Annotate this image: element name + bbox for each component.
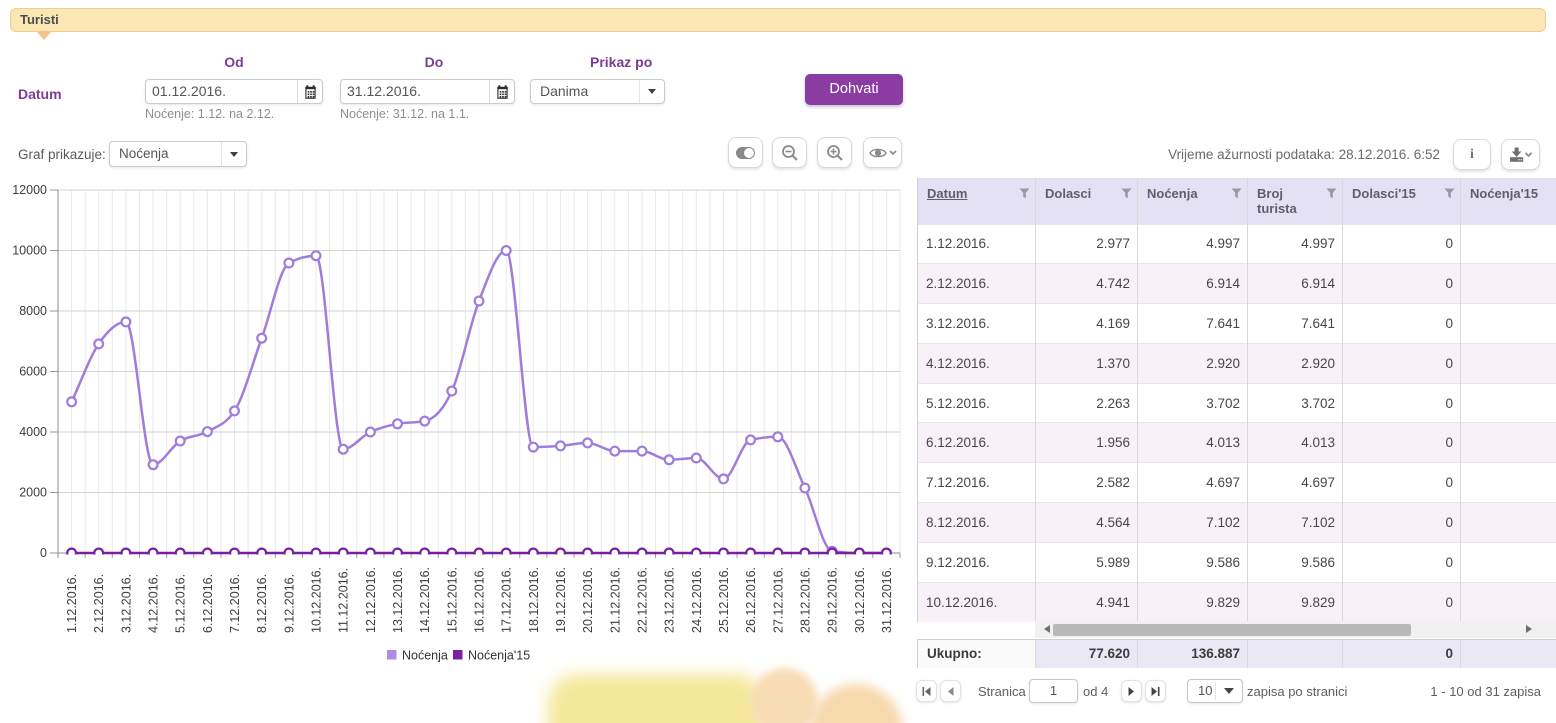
svg-text:19.12.2016.: 19.12.2016. (554, 567, 568, 633)
svg-text:4000: 4000 (19, 425, 47, 439)
svg-text:11.12.2016.: 11.12.2016. (337, 568, 351, 633)
svg-text:10.12.2016.: 10.12.2016. (310, 567, 324, 633)
svg-text:26.12.2016.: 26.12.2016. (744, 567, 758, 633)
svg-text:23.12.2016.: 23.12.2016. (663, 567, 677, 633)
svg-text:8000: 8000 (19, 304, 47, 318)
svg-text:3.12.2016.: 3.12.2016. (119, 574, 133, 633)
svg-text:22.12.2016.: 22.12.2016. (636, 567, 650, 633)
svg-text:4.12.2016.: 4.12.2016. (147, 574, 161, 633)
svg-text:15.12.2016.: 15.12.2016. (445, 567, 459, 633)
svg-text:27.12.2016.: 27.12.2016. (771, 567, 785, 633)
svg-text:18.12.2016.: 18.12.2016. (527, 567, 541, 633)
svg-text:14.12.2016.: 14.12.2016. (418, 567, 432, 633)
svg-text:29.12.2016.: 29.12.2016. (826, 567, 840, 633)
svg-text:Noćenja'15: Noćenja'15 (468, 649, 530, 663)
svg-text:6.12.2016.: 6.12.2016. (201, 574, 215, 633)
svg-text:1.12.2016.: 1.12.2016. (65, 574, 79, 633)
svg-text:12.12.2016.: 12.12.2016. (364, 567, 378, 633)
svg-text:12000: 12000 (12, 183, 47, 197)
svg-text:24.12.2016.: 24.12.2016. (690, 567, 704, 633)
svg-text:20.12.2016.: 20.12.2016. (581, 567, 595, 633)
svg-text:30.12.2016.: 30.12.2016. (853, 567, 867, 633)
svg-text:5.12.2016.: 5.12.2016. (174, 574, 188, 633)
svg-text:0: 0 (40, 546, 47, 560)
svg-text:6000: 6000 (19, 365, 47, 379)
svg-text:8.12.2016.: 8.12.2016. (255, 574, 269, 633)
svg-text:25.12.2016.: 25.12.2016. (717, 567, 731, 633)
svg-text:13.12.2016.: 13.12.2016. (391, 567, 405, 633)
svg-text:10000: 10000 (12, 244, 47, 258)
svg-text:2000: 2000 (19, 486, 47, 500)
svg-text:9.12.2016.: 9.12.2016. (282, 574, 296, 633)
svg-text:17.12.2016.: 17.12.2016. (500, 567, 514, 633)
svg-text:2.12.2016.: 2.12.2016. (92, 574, 106, 633)
svg-text:7.12.2016.: 7.12.2016. (228, 574, 242, 633)
svg-text:16.12.2016.: 16.12.2016. (473, 567, 487, 633)
svg-text:21.12.2016.: 21.12.2016. (608, 567, 622, 633)
svg-text:28.12.2016.: 28.12.2016. (798, 567, 812, 633)
svg-text:31.12.2016.: 31.12.2016. (880, 567, 894, 633)
svg-text:Noćenja: Noćenja (402, 649, 448, 663)
